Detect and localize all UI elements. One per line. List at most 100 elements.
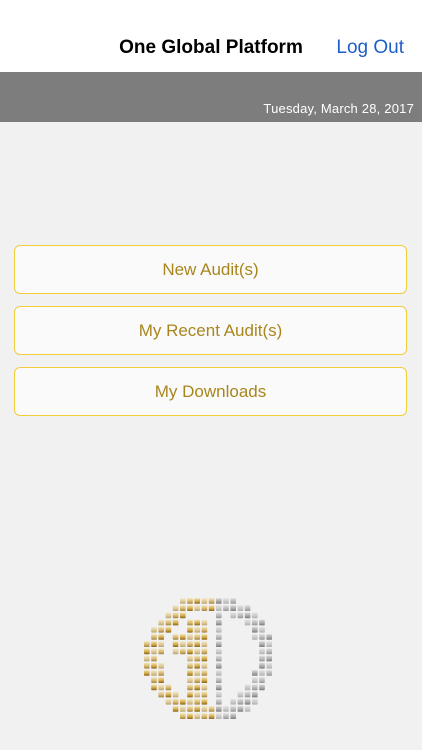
logo-tile xyxy=(201,706,208,712)
logo-tile xyxy=(252,627,258,633)
logo-tile xyxy=(165,627,172,633)
logo-tile xyxy=(259,670,265,676)
logo-tile xyxy=(216,612,222,619)
logo-tile xyxy=(244,605,251,611)
logo-tile xyxy=(172,706,179,712)
logo-tile xyxy=(172,699,179,705)
current-date: Tuesday, March 28, 2017 xyxy=(263,101,414,116)
logo-tile xyxy=(180,699,186,705)
my-recent-audits-button[interactable]: My Recent Audit(s) xyxy=(14,306,407,355)
logo-tile xyxy=(259,619,265,626)
logo-tile xyxy=(151,684,157,691)
logo-tile xyxy=(180,641,186,647)
logo-tile xyxy=(180,598,186,604)
logo-tile xyxy=(201,634,208,640)
logo-tile xyxy=(230,699,236,705)
logo-tile xyxy=(216,663,222,669)
globe-one-logo-icon xyxy=(143,590,279,730)
logo-tile xyxy=(216,605,222,611)
logo-tile xyxy=(208,713,215,719)
navigation-bar: One Global Platform Log Out xyxy=(0,0,422,72)
logo-tile xyxy=(201,605,208,611)
logo-tile xyxy=(223,706,229,712)
logo-tile xyxy=(208,605,215,611)
logo-tile xyxy=(151,634,157,640)
logo-tile xyxy=(216,670,222,676)
logo-tile xyxy=(194,691,200,698)
logo-tile xyxy=(187,670,193,676)
logo-tile xyxy=(151,663,157,669)
logo-tile xyxy=(252,684,258,691)
logo-tile xyxy=(216,706,222,712)
logo-tile xyxy=(259,627,265,633)
logo-tile xyxy=(158,663,164,669)
logo-tile xyxy=(194,619,200,626)
logo-tile xyxy=(266,663,272,669)
logo-tile xyxy=(237,612,244,619)
logo-tile xyxy=(180,706,186,712)
logo-tile xyxy=(158,634,164,640)
logo-tile xyxy=(151,648,157,655)
logo-tile xyxy=(151,670,157,676)
logo-tile xyxy=(201,691,208,698)
logo-tile xyxy=(158,691,164,698)
log-out-button[interactable]: Log Out xyxy=(336,36,404,60)
logo-tile xyxy=(252,634,258,640)
logo-tile xyxy=(201,648,208,655)
logo-tile xyxy=(172,605,179,611)
logo-tile xyxy=(144,663,150,669)
logo-tile xyxy=(201,663,208,669)
logo-tile xyxy=(244,619,251,626)
logo-tile xyxy=(194,699,200,705)
logo-tile xyxy=(237,699,244,705)
logo-tile xyxy=(216,627,222,633)
logo-tile xyxy=(201,684,208,691)
logo-tile xyxy=(216,713,222,719)
logo-tile xyxy=(187,713,193,719)
logo-tile xyxy=(244,684,251,691)
logo-tile xyxy=(216,619,222,626)
logo-tile xyxy=(194,641,200,647)
new-audits-button[interactable]: New Audit(s) xyxy=(14,245,407,294)
logo-tile xyxy=(216,684,222,691)
logo-tile xyxy=(172,619,179,626)
logo-tile xyxy=(144,641,150,647)
logo-tile xyxy=(259,655,265,662)
logo-tile xyxy=(165,619,172,626)
logo-tile xyxy=(252,699,258,705)
logo-tile xyxy=(216,691,222,698)
logo-tile xyxy=(259,634,265,640)
logo-tile xyxy=(252,612,258,619)
logo-tile xyxy=(187,648,193,655)
logo-tile xyxy=(158,684,164,691)
logo-tile xyxy=(165,612,172,619)
logo-tile xyxy=(252,619,258,626)
logo-tile xyxy=(237,706,244,712)
date-bar: Tuesday, March 28, 2017 xyxy=(0,72,422,122)
logo-tile xyxy=(201,677,208,683)
logo-tile xyxy=(208,706,215,712)
logo-tile xyxy=(180,634,186,640)
logo-tile xyxy=(144,648,150,655)
logo-tile xyxy=(187,634,193,640)
logo-tile xyxy=(244,699,251,705)
my-downloads-button[interactable]: My Downloads xyxy=(14,367,407,416)
globe-one-logo-graphic xyxy=(144,598,272,719)
logo-tile xyxy=(165,691,172,698)
logo-tile xyxy=(194,598,200,604)
logo-tile xyxy=(194,648,200,655)
logo-tile xyxy=(201,619,208,626)
logo-tile xyxy=(266,670,272,676)
logo-tile xyxy=(259,677,265,683)
logo-tile xyxy=(230,598,236,604)
logo-tile xyxy=(172,612,179,619)
logo-tile xyxy=(180,612,186,619)
logo-tile xyxy=(259,641,265,647)
logo-tile xyxy=(194,677,200,683)
logo-tile xyxy=(194,655,200,662)
logo-tile xyxy=(187,677,193,683)
logo-tile xyxy=(187,699,193,705)
logo-tile xyxy=(194,605,200,611)
logo-tile xyxy=(172,691,179,698)
main-menu: New Audit(s) My Recent Audit(s) My Downl… xyxy=(14,245,407,428)
